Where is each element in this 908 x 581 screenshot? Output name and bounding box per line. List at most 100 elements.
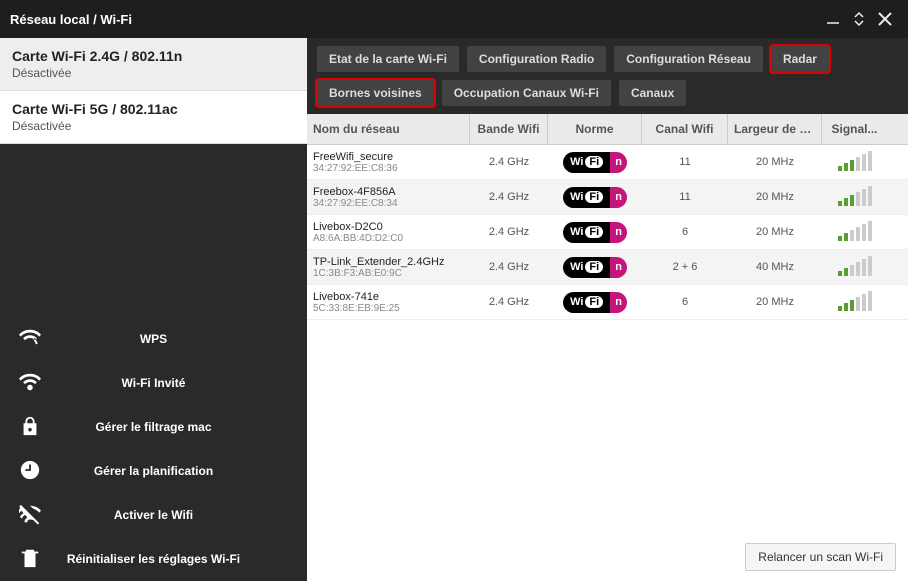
menu-mac-filter[interactable]: Gérer le filtrage mac <box>0 405 307 449</box>
signal-bar <box>850 265 854 276</box>
signal-bar <box>844 268 848 276</box>
signal-bar <box>868 221 872 241</box>
tabs-secondary: Bornes voisines Occupation Canaux Wi-Fi … <box>307 76 908 114</box>
signal-bar <box>856 262 860 276</box>
network-mac: 34:27:92:EE:C8:36 <box>313 163 464 174</box>
signal-bar <box>862 294 866 311</box>
network-mac: A8:6A:BB:4D:D2:C0 <box>313 233 464 244</box>
cell-norm: WiFin <box>548 219 642 246</box>
menu-label: Gérer la planification <box>94 464 213 478</box>
signal-bar <box>862 259 866 276</box>
network-name: Livebox-D2C0 <box>313 221 464 233</box>
cell-width: 20 MHz <box>728 223 822 241</box>
table-row[interactable]: Freebox-4F856A34:27:92:EE:C8:342.4 GHzWi… <box>307 180 908 215</box>
signal-bar <box>862 189 866 206</box>
menu-label: Réinitialiser les réglages Wi-Fi <box>67 552 240 566</box>
lock-icon <box>19 415 41 440</box>
cell-band: 2.4 GHz <box>470 258 548 276</box>
cell-norm: WiFin <box>548 184 642 211</box>
cell-band: 2.4 GHz <box>470 223 548 241</box>
col-channel[interactable]: Canal Wifi <box>642 114 728 144</box>
rescan-button[interactable]: Relancer un scan Wi-Fi <box>745 543 896 571</box>
network-name: Livebox-741e <box>313 291 464 303</box>
signal-bar <box>844 233 848 241</box>
signal-bar <box>856 192 860 206</box>
wifi-card-title: Carte Wi-Fi 2.4G / 802.11n <box>12 48 295 64</box>
menu-reset-wifi[interactable]: Réinitialiser les réglages Wi-Fi <box>0 537 307 581</box>
signal-bar <box>862 154 866 171</box>
tab-network-config[interactable]: Configuration Réseau <box>614 46 763 72</box>
network-mac: 5C:33:8E:EB:9E:25 <box>313 303 464 314</box>
titlebar: Réseau local / Wi-Fi <box>0 0 908 38</box>
sidebar: Carte Wi-Fi 2.4G / 802.11n Désactivée Ca… <box>0 38 307 581</box>
signal-bar <box>838 236 842 241</box>
wifi-norm-badge: WiFin <box>563 187 627 208</box>
cell-signal <box>822 145 887 179</box>
signal-bar <box>838 166 842 171</box>
menu-label: Activer le Wifi <box>114 508 193 522</box>
tabs-primary: Etat de la carte Wi-Fi Configuration Rad… <box>307 38 908 76</box>
cell-band: 2.4 GHz <box>470 293 548 311</box>
col-network-name[interactable]: Nom du réseau <box>307 114 470 144</box>
signal-bar <box>838 306 842 311</box>
wifi-card-24g[interactable]: Carte Wi-Fi 2.4G / 802.11n Désactivée <box>0 38 307 91</box>
signal-bar <box>856 157 860 171</box>
table-row[interactable]: FreeWifi_secure34:27:92:EE:C8:362.4 GHzW… <box>307 145 908 180</box>
cell-signal <box>822 180 887 214</box>
signal-bar <box>838 271 842 276</box>
col-band[interactable]: Bande Wifi <box>470 114 548 144</box>
signal-bar <box>850 195 854 206</box>
cell-norm: WiFin <box>548 254 642 281</box>
maximize-button[interactable] <box>846 6 872 32</box>
signal-bar <box>868 291 872 311</box>
menu-label: Gérer le filtrage mac <box>95 420 211 434</box>
cell-channel: 11 <box>642 188 728 206</box>
cell-width: 20 MHz <box>728 293 822 311</box>
signal-bar <box>850 230 854 241</box>
table-body: FreeWifi_secure34:27:92:EE:C8:362.4 GHzW… <box>307 145 908 320</box>
tab-card-state[interactable]: Etat de la carte Wi-Fi <box>317 46 459 72</box>
signal-bar <box>850 300 854 311</box>
network-name: FreeWifi_secure <box>313 151 464 163</box>
wifi-norm-badge: WiFin <box>563 292 627 313</box>
signal-bar <box>844 198 848 206</box>
tab-channel-occupation[interactable]: Occupation Canaux Wi-Fi <box>442 80 611 106</box>
window-title: Réseau local / Wi-Fi <box>10 12 820 27</box>
clock-icon <box>19 459 41 484</box>
close-button[interactable] <box>872 6 898 32</box>
tab-neighbors[interactable]: Bornes voisines <box>317 80 434 106</box>
signal-bar <box>868 256 872 276</box>
cell-signal <box>822 285 887 319</box>
menu-enable-wifi[interactable]: Activer le Wifi <box>0 493 307 537</box>
tab-radar[interactable]: Radar <box>771 46 829 72</box>
cell-width: 20 MHz <box>728 188 822 206</box>
tab-channels[interactable]: Canaux <box>619 80 686 106</box>
wifi-off-icon <box>19 503 41 528</box>
cell-channel: 6 <box>642 293 728 311</box>
col-signal[interactable]: Signal... <box>822 114 887 144</box>
wifi-norm-badge: WiFin <box>563 257 627 278</box>
menu-schedule[interactable]: Gérer la planification <box>0 449 307 493</box>
signal-bar <box>868 186 872 206</box>
wifi-card-5g[interactable]: Carte Wi-Fi 5G / 802.11ac Désactivée <box>0 91 307 144</box>
minimize-button[interactable] <box>820 6 846 32</box>
signal-bar <box>844 303 848 311</box>
trash-icon <box>19 547 41 572</box>
tab-radio-config[interactable]: Configuration Radio <box>467 46 606 72</box>
wifi-card-status: Désactivée <box>12 66 295 80</box>
table-row[interactable]: TP-Link_Extender_2.4GHz1C:3B:F3:AB:E0:9C… <box>307 250 908 285</box>
signal-bar <box>856 297 860 311</box>
table-header: Nom du réseau Bande Wifi Norme Canal Wif… <box>307 114 908 145</box>
cell-band: 2.4 GHz <box>470 153 548 171</box>
cell-channel: 2 + 6 <box>642 258 728 276</box>
menu-guest-wifi[interactable]: Wi-Fi Invité <box>0 361 307 405</box>
menu-wps[interactable]: WPS <box>0 317 307 361</box>
signal-bar <box>850 160 854 171</box>
col-norm[interactable]: Norme <box>548 114 642 144</box>
table-row[interactable]: Livebox-D2C0A8:6A:BB:4D:D2:C0 2.4 GHzWiFi… <box>307 215 908 250</box>
cell-channel: 6 <box>642 223 728 241</box>
table-row[interactable]: Livebox-741e5C:33:8E:EB:9E:25 2.4 GHz WiFi… <box>307 285 908 320</box>
col-width[interactable]: Largeur de b... <box>728 114 822 144</box>
menu-label: Wi-Fi Invité <box>122 376 186 390</box>
cell-width: 40 MHz <box>728 258 822 276</box>
